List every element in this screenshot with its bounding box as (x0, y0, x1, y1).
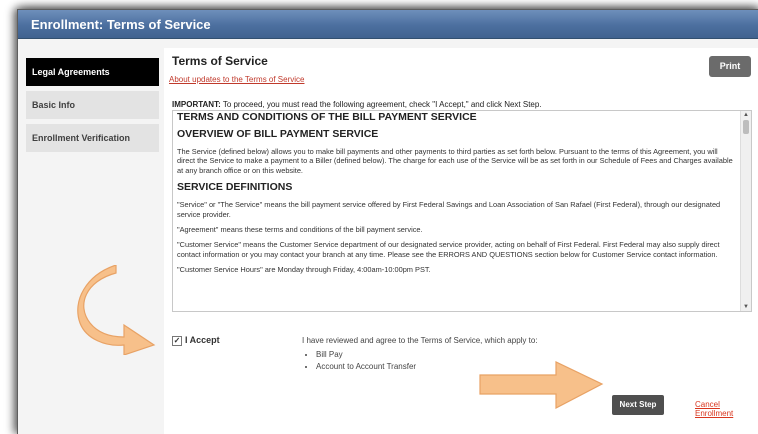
scroll-down-icon[interactable]: ▼ (741, 303, 751, 311)
definition-customer-service: "Customer Service" means the Customer Se… (177, 240, 720, 259)
terms-content: TERMS AND CONDITIONS OF THE BILL PAYMENT… (177, 111, 737, 281)
sidebar-item-enrollment-verification[interactable]: Enrollment Verification (26, 124, 159, 152)
print-button[interactable]: Print (709, 56, 751, 77)
terms-title: TERMS AND CONDITIONS OF THE BILL PAYMENT… (177, 111, 477, 123)
accept-label[interactable]: I Accept (185, 335, 220, 345)
scroll-thumb[interactable] (743, 120, 749, 134)
right-arrow-icon (479, 361, 604, 409)
overview-heading: OVERVIEW OF BILL PAYMENT SERVICE (177, 128, 379, 140)
definitions-heading: SERVICE DEFINITIONS (177, 181, 293, 194)
sidebar-item-legal-agreements[interactable]: Legal Agreements (26, 58, 159, 86)
next-step-button[interactable]: Next Step (612, 395, 664, 415)
overview-text: The Service (defined below) allows you t… (177, 147, 733, 175)
cancel-enrollment-link[interactable]: Cancel Enrollment (695, 400, 758, 418)
important-notice: IMPORTANT: To proceed, you must read the… (172, 100, 542, 109)
terms-scroll-box[interactable]: TERMS AND CONDITIONS OF THE BILL PAYMENT… (172, 110, 752, 312)
agree-text: I have reviewed and agree to the Terms o… (302, 336, 538, 345)
scroll-up-icon[interactable]: ▲ (741, 111, 751, 119)
main-content: Terms of Service About updates to the Te… (164, 48, 758, 434)
window-title: Enrollment: Terms of Service (18, 10, 758, 39)
page-title: Terms of Service (172, 54, 268, 68)
definition-agreement: "Agreement" means these terms and condit… (177, 225, 423, 235)
accept-row: ✓ I Accept (172, 335, 220, 346)
curved-arrow-icon (77, 265, 156, 355)
definition-service: "Service" or "The Service" means the bil… (177, 200, 721, 219)
updates-link[interactable]: About updates to the Terms of Service (169, 75, 304, 84)
enrollment-window: Enrollment: Terms of Service Legal Agree… (17, 9, 758, 434)
important-text: To proceed, you must read the following … (220, 100, 542, 109)
sidebar: Legal Agreements Basic Info Enrollment V… (26, 58, 159, 434)
terms-scrollbar[interactable]: ▲ ▼ (740, 111, 751, 311)
important-label: IMPORTANT: (172, 100, 221, 109)
sidebar-item-basic-info[interactable]: Basic Info (26, 91, 159, 119)
definition-service-hours: "Customer Service Hours" are Monday thro… (177, 265, 431, 275)
